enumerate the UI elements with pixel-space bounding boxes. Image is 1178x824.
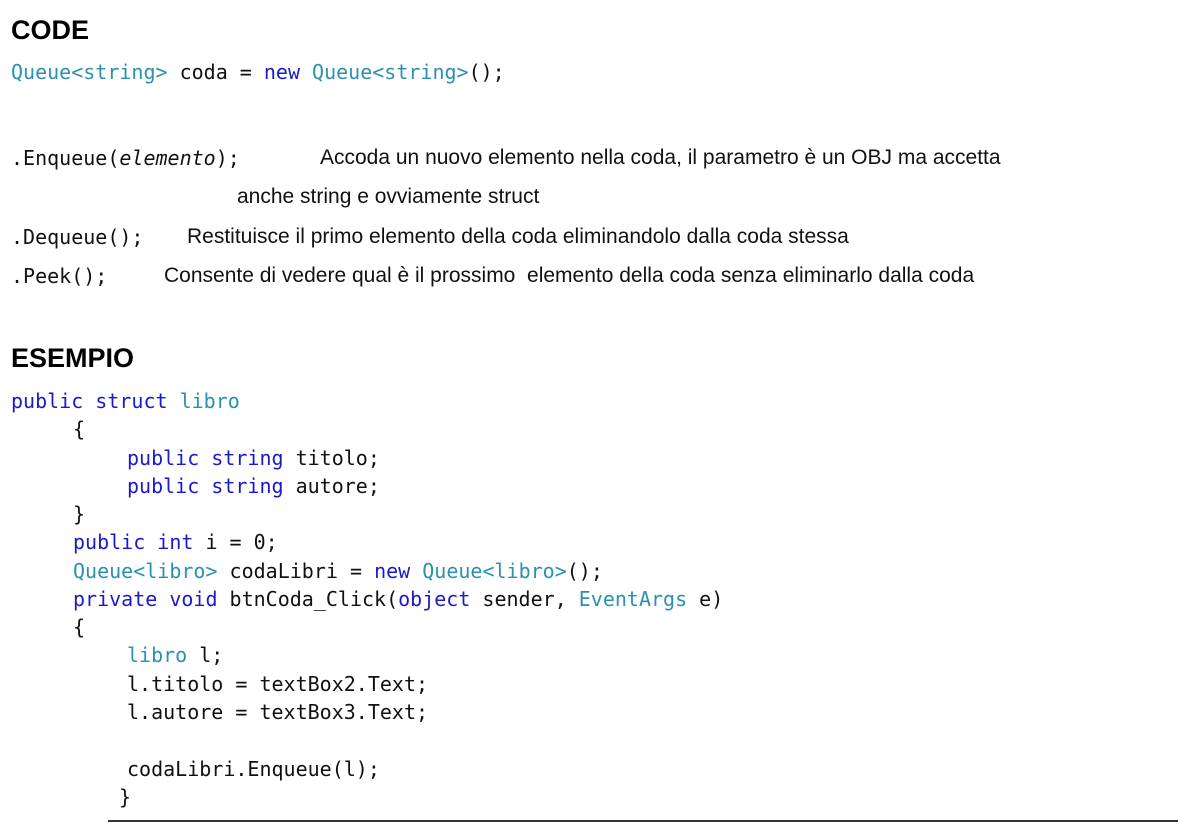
type-token: EventArgs xyxy=(578,587,688,611)
code-token: l; xyxy=(187,643,224,667)
code-line-open-brace: { xyxy=(73,417,86,441)
code-line-method-open-brace: { xyxy=(73,615,86,639)
code-token: titolo; xyxy=(283,446,380,470)
code-line-struct: public struct libro xyxy=(11,387,240,415)
enqueue-description-1: Accoda un nuovo elemento nella coda, il … xyxy=(320,146,1001,169)
keyword-token: string xyxy=(211,474,284,498)
keyword-token: public xyxy=(11,389,84,413)
keyword-token: new xyxy=(374,559,411,583)
code-line-titolo: public string titolo; xyxy=(127,444,380,472)
heading-example: ESEMPIO xyxy=(11,343,135,373)
code-token: codaLibri = xyxy=(217,559,375,583)
keyword-token: public xyxy=(127,446,200,470)
code-line-set-autore: l.autore = textBox3.Text; xyxy=(127,700,429,724)
keyword-token: struct xyxy=(95,389,168,413)
type-token: Queue xyxy=(73,559,134,583)
code-line-enqueue: codaLibri.Enqueue(l); xyxy=(127,757,380,781)
peek-description: Consente di vedere qual è il prossimo el… xyxy=(164,264,975,287)
generic-token: <string> xyxy=(372,60,469,84)
peek-signature: .Peek(); xyxy=(11,264,108,288)
code-line-libro-l: libro l; xyxy=(127,641,223,669)
bottom-divider xyxy=(108,820,1178,822)
keyword-token: object xyxy=(398,587,471,611)
code-token: e) xyxy=(687,587,724,611)
enqueue-suffix: ); xyxy=(215,146,240,170)
keyword-token: void xyxy=(169,587,218,611)
heading-code: CODE xyxy=(11,15,90,45)
type-token: Queue xyxy=(11,60,72,84)
code-line-method-close-brace: } xyxy=(119,785,132,809)
enqueue-line: .Enqueue(elemento); xyxy=(11,144,240,172)
enqueue-param: elemento xyxy=(119,146,216,170)
code-token: autore; xyxy=(283,474,380,498)
var-token: coda = xyxy=(167,60,264,84)
type-token: libro xyxy=(179,389,240,413)
type-token: Queue xyxy=(422,559,483,583)
keyword-token: private xyxy=(73,587,158,611)
code-token: sender, xyxy=(470,587,579,611)
tail-token: (); xyxy=(468,60,505,84)
code-token: btnCoda_Click( xyxy=(217,587,399,611)
keyword-token: public xyxy=(127,474,200,498)
code-token: i = 0; xyxy=(193,530,278,554)
code-line-set-titolo: l.titolo = textBox2.Text; xyxy=(127,672,429,696)
new-keyword: new xyxy=(263,60,300,84)
enqueue-prefix: .Enqueue( xyxy=(11,146,120,170)
type-token: Queue xyxy=(312,60,373,84)
queue-declaration: Queue<string> coda = new Queue<string>()… xyxy=(11,58,505,86)
code-line-method: private void btnCoda_Click(object sender… xyxy=(73,585,723,613)
generic-token: <libro> xyxy=(482,559,567,583)
enqueue-signature: .Enqueue(elemento); xyxy=(11,146,240,170)
keyword-token: public xyxy=(73,530,146,554)
code-line-close-brace: } xyxy=(73,502,86,526)
dequeue-signature: .Dequeue(); xyxy=(11,225,144,249)
code-line-queue-libro: Queue<libro> codaLibri = new Queue<libro… xyxy=(73,557,603,585)
enqueue-description-2: anche string e ovviamente struct xyxy=(237,185,540,208)
type-token: libro xyxy=(127,643,188,667)
dequeue-description: Restituisce il primo elemento della coda… xyxy=(187,225,849,248)
keyword-token: int xyxy=(157,530,194,554)
code-line-autore: public string autore; xyxy=(127,472,380,500)
keyword-token: string xyxy=(211,446,284,470)
code-line-int: public int i = 0; xyxy=(73,528,278,556)
code-token: (); xyxy=(566,559,603,583)
generic-token: <libro> xyxy=(133,559,218,583)
generic-token: <string> xyxy=(71,60,168,84)
